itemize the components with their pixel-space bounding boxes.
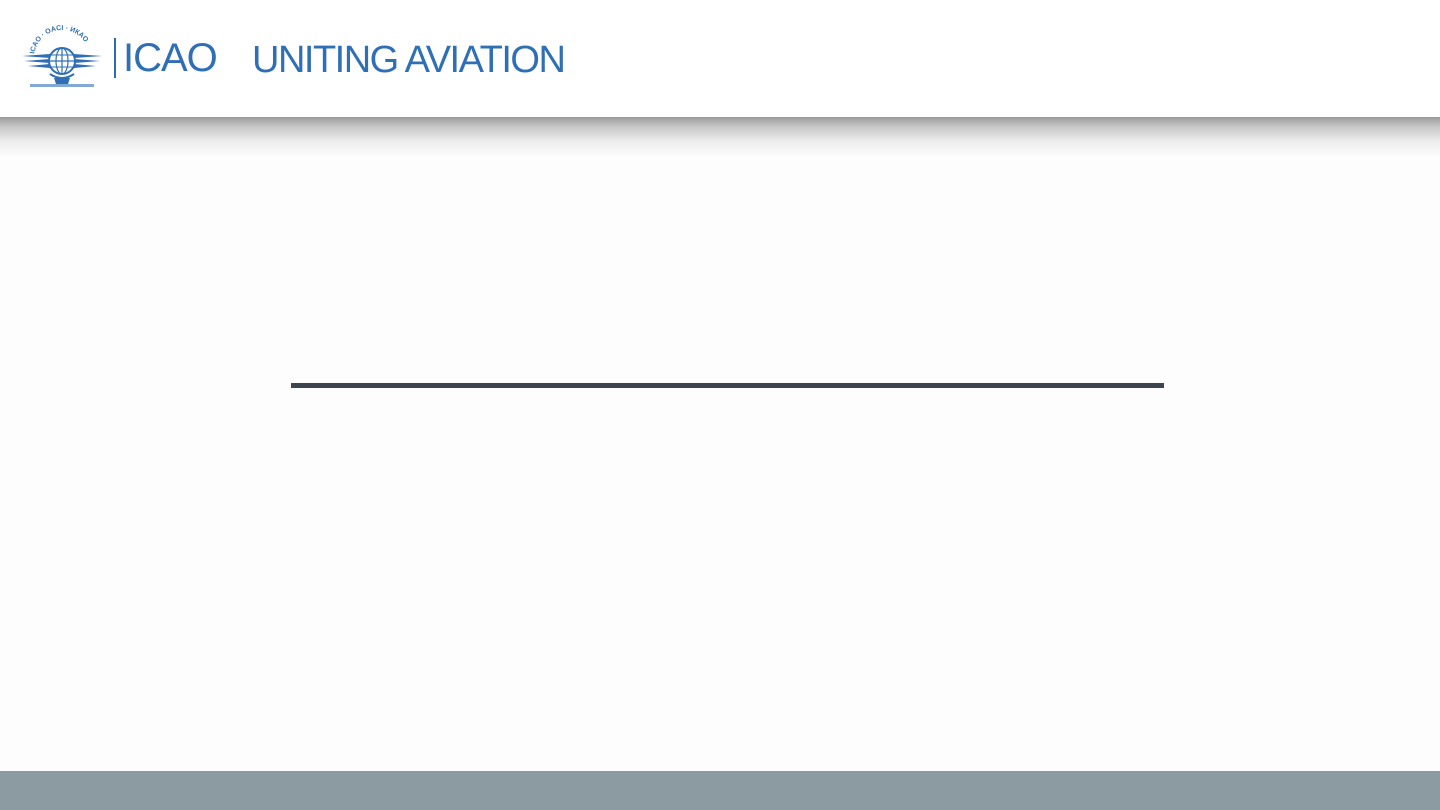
slide: ICAO · OACI · ИКАО ICAO UNITING AVIATION: [0, 0, 1440, 810]
header-divider: [114, 38, 116, 78]
tagline: UNITING AVIATION: [252, 39, 566, 81]
footer-bar: [0, 771, 1440, 810]
icao-emblem-icon: ICAO · OACI · ИКАО: [20, 24, 104, 92]
title-rule: [291, 383, 1164, 388]
header: ICAO · OACI · ИКАО ICAO UNITING AVIATION: [0, 0, 1440, 117]
header-shadow: [0, 117, 1440, 157]
brand-name: ICAO: [123, 36, 218, 80]
